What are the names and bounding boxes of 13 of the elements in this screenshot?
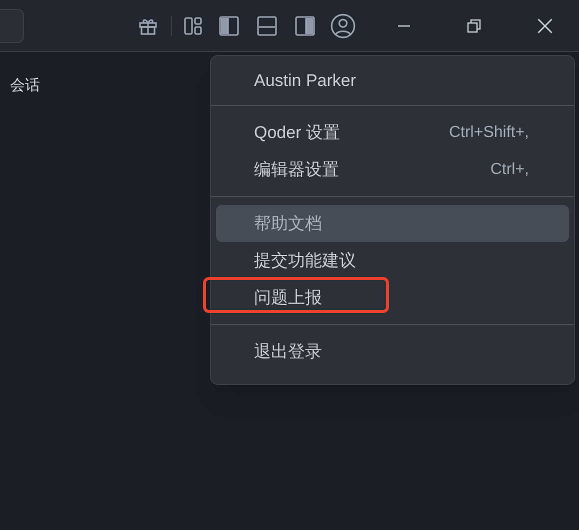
- menu-item[interactable]: 问题上报: [216, 279, 569, 316]
- menu-item[interactable]: 帮助文档: [216, 205, 569, 242]
- layout-icon[interactable]: [182, 14, 204, 36]
- search-field[interactable]: [0, 8, 24, 42]
- menu-item[interactable]: 提交功能建议: [216, 242, 569, 279]
- user-icon[interactable]: [330, 12, 356, 38]
- restore-icon[interactable]: [466, 18, 482, 34]
- close-icon[interactable]: [536, 16, 554, 34]
- menu-item[interactable]: 编辑器设置 Ctrl+,: [216, 151, 569, 188]
- menu-item[interactable]: Qoder 设置 Ctrl+Shift+,: [216, 114, 569, 151]
- menu-item[interactable]: 退出登录: [216, 333, 569, 370]
- sidebar-title: 会话: [10, 77, 40, 94]
- menu-item[interactable]: Austin Parker: [216, 62, 569, 99]
